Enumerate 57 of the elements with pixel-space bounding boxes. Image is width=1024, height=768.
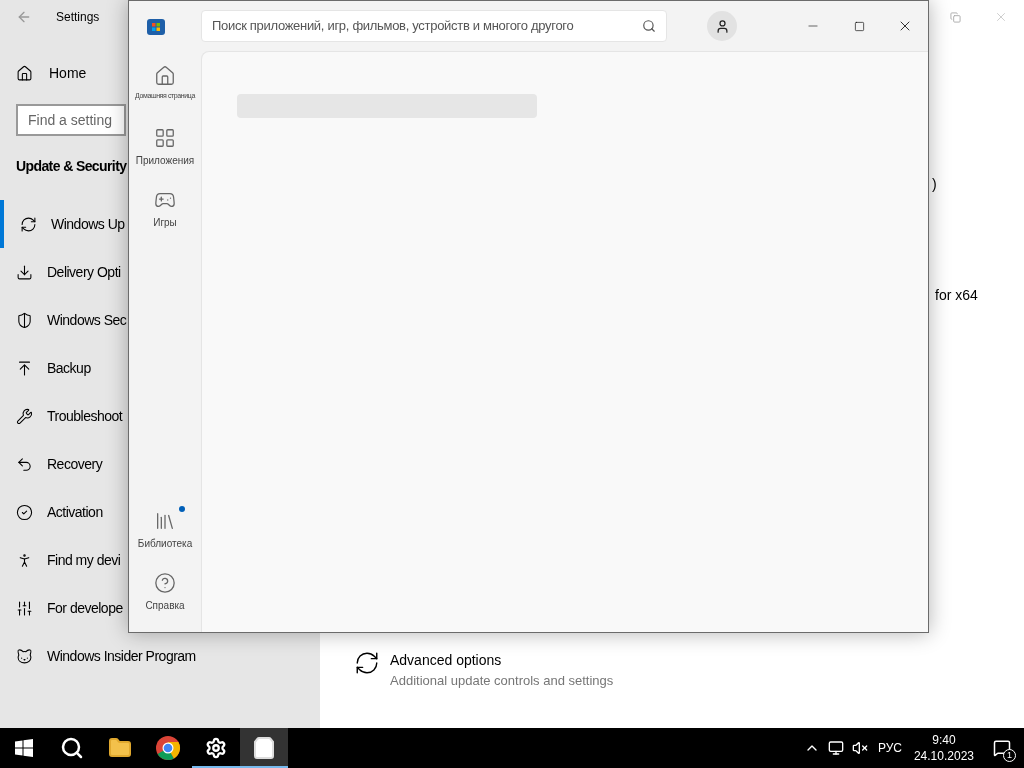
sliders-icon: [16, 599, 33, 617]
grid-icon: [154, 127, 176, 149]
nav-item[interactable]: Delivery Opti: [0, 248, 121, 296]
language-indicator[interactable]: РУС: [877, 739, 902, 757]
home-icon[interactable]: [16, 64, 33, 82]
chrome-icon: [155, 735, 181, 761]
content-text: ): [932, 175, 937, 194]
notification-icon: [993, 739, 1011, 757]
settings-icon: [205, 737, 227, 759]
undo-icon: [16, 455, 33, 473]
close-icon: [994, 10, 1008, 24]
wrench-icon: [16, 407, 33, 425]
download-icon: [16, 263, 33, 281]
nav-tab[interactable]: Справка: [129, 560, 201, 622]
nav-item[interactable]: For develope: [0, 584, 123, 632]
home-link[interactable]: Home: [49, 62, 87, 84]
nav-item[interactable]: Find my devi: [0, 536, 121, 584]
window-title: Settings: [56, 9, 100, 26]
upload-icon: [16, 359, 33, 377]
search-icon: [60, 736, 84, 760]
nav-tab[interactable]: Приложения: [129, 113, 201, 175]
advanced-options-link[interactable]: Advanced options: [390, 649, 614, 671]
store-logo-icon: [146, 16, 166, 36]
help-icon: [154, 572, 176, 594]
network-icon[interactable]: [827, 740, 844, 756]
cat-icon: [16, 647, 33, 665]
account-button[interactable]: [707, 11, 737, 41]
clock[interactable]: 9:40 24.10.2023: [913, 732, 974, 764]
content-text: for x64: [935, 286, 978, 305]
section-heading: Update & Security: [16, 157, 127, 176]
action-center-button[interactable]: 1: [980, 728, 1024, 768]
taskbar-button[interactable]: [240, 728, 288, 768]
nav-tab[interactable]: Игры: [129, 175, 201, 237]
volume-muted-icon[interactable]: [851, 740, 868, 756]
shield-icon: [16, 311, 33, 329]
search-icon[interactable]: [642, 19, 656, 33]
nav-item[interactable]: Windows Sec: [0, 296, 127, 344]
nav-tab[interactable]: Библиотека: [129, 498, 201, 560]
folder-icon: [108, 736, 132, 760]
search-field[interactable]: Поиск приложений, игр, фильмов, устройств и многого другого: [201, 10, 667, 42]
nav-item[interactable]: Windows Up: [0, 200, 125, 248]
nav-item[interactable]: Activation: [0, 488, 103, 536]
person-icon: [714, 18, 730, 34]
nav-item[interactable]: Recovery: [0, 440, 103, 488]
advanced-options-description: Additional update controls and settings: [390, 671, 614, 690]
restore-icon: [949, 11, 961, 23]
nav-item[interactable]: Windows Insider Program: [0, 632, 196, 680]
books-icon: [154, 510, 176, 532]
nav-item[interactable]: Troubleshoot: [0, 392, 123, 440]
nav-item[interactable]: Backup: [0, 344, 91, 392]
windows-logo-icon: [15, 739, 33, 757]
search-field[interactable]: Find a setting: [16, 104, 126, 136]
maximize-icon: [853, 20, 865, 32]
home-icon: [154, 65, 176, 87]
sync-icon: [20, 215, 37, 233]
notification-count: 1: [1003, 749, 1016, 762]
check-circle-icon: [16, 503, 33, 521]
